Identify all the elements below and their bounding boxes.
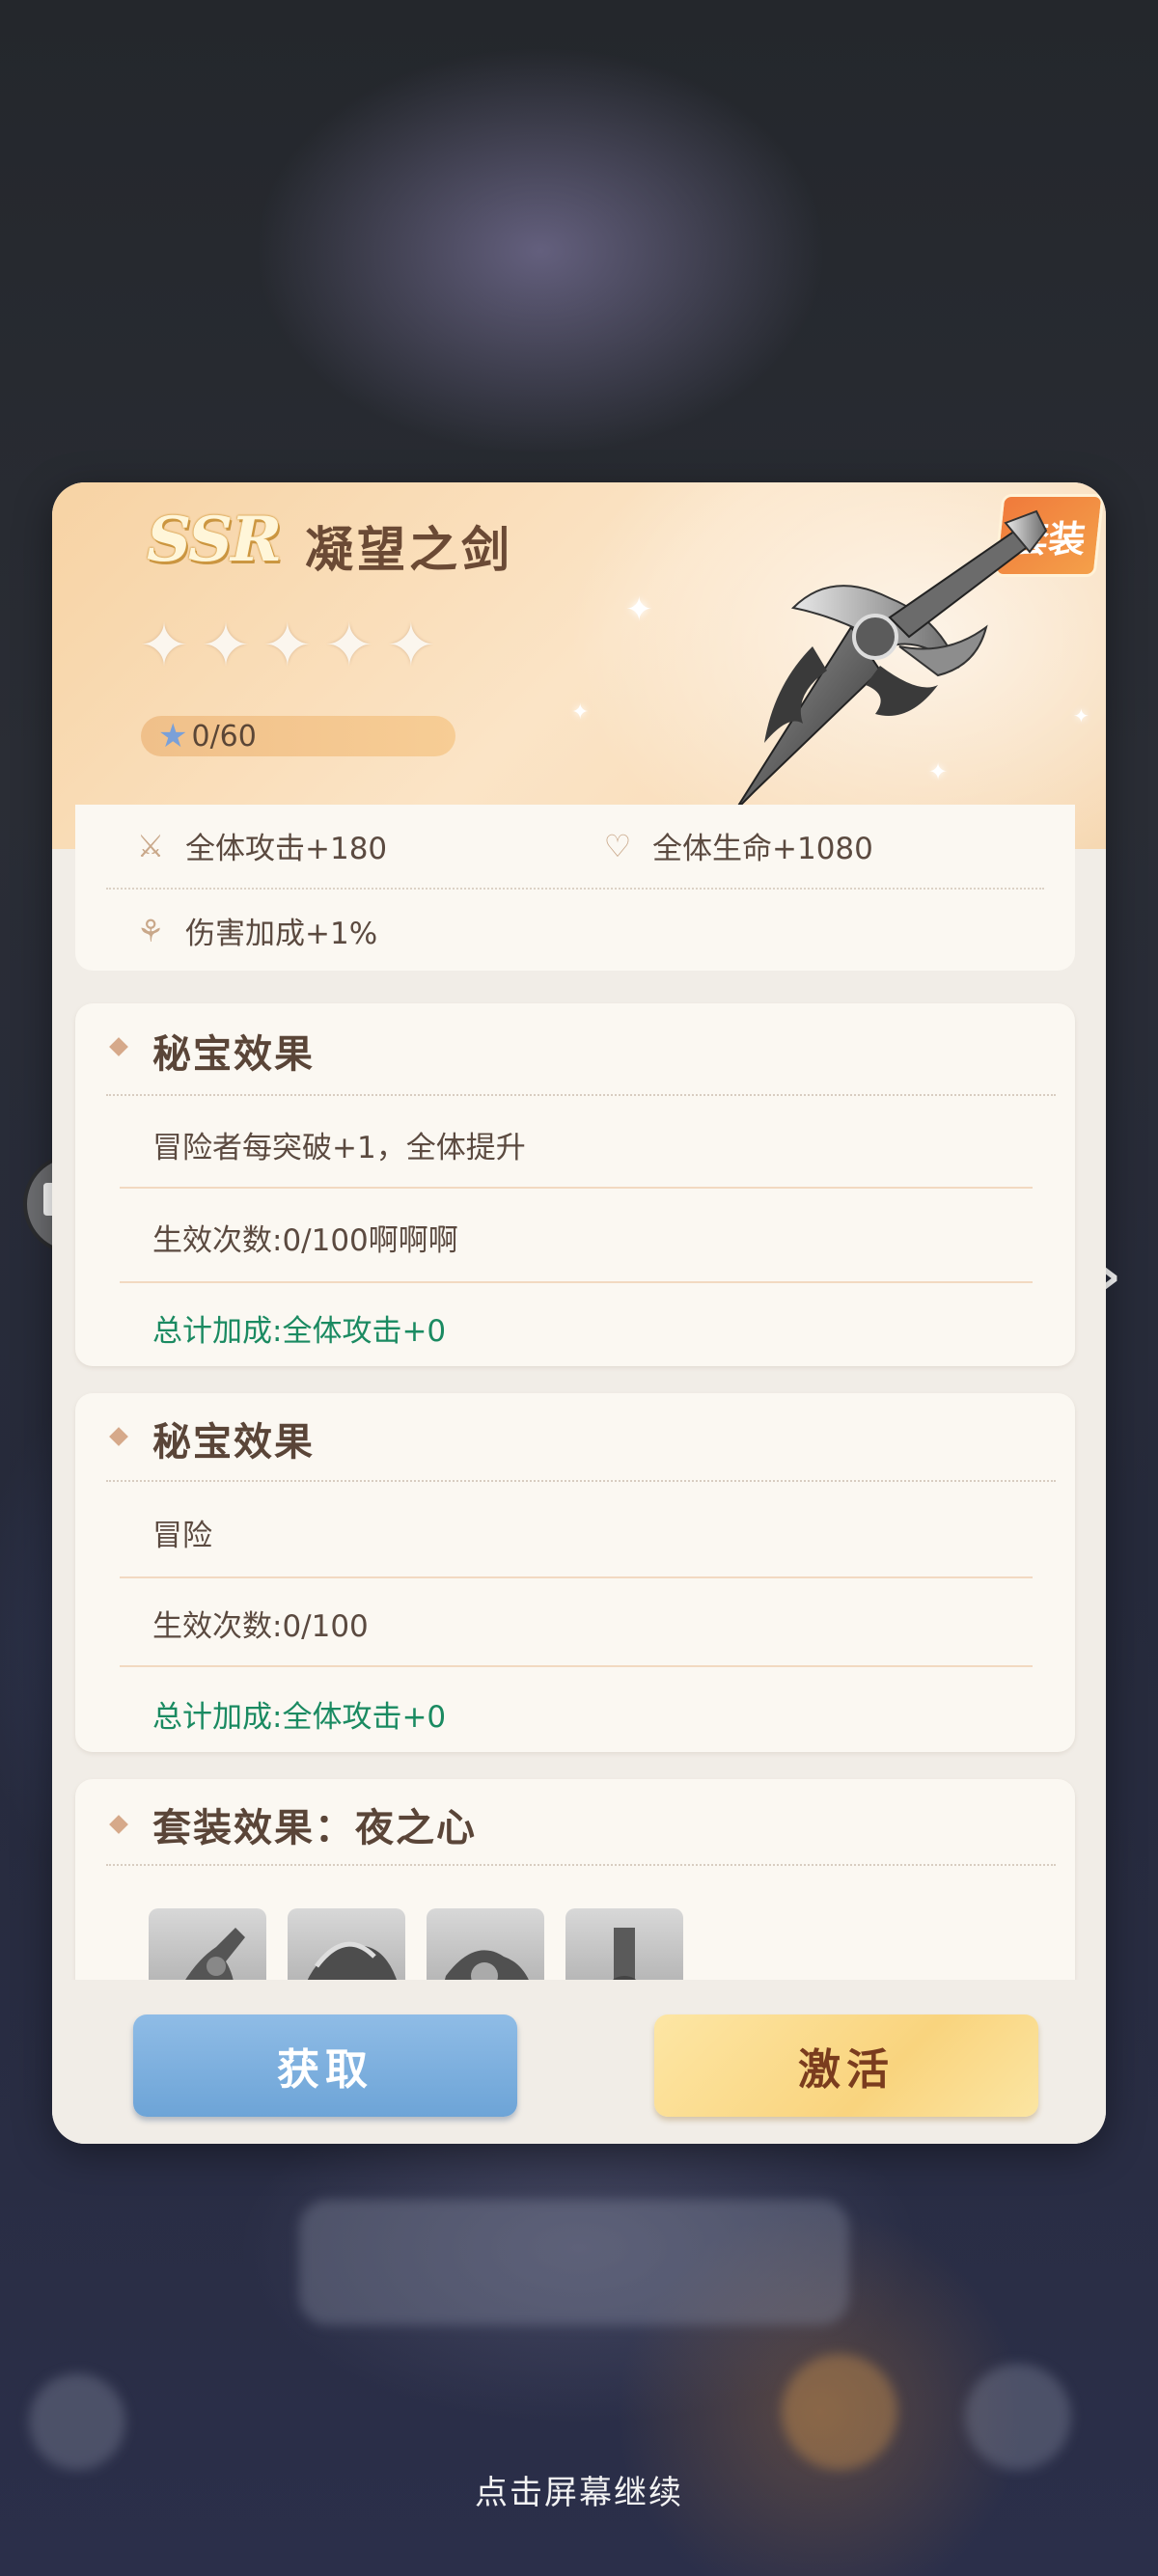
card-header: SSR 凝望之剑 ✦ ✦ ✦ ✦ ✦ ★ 0/60 套装 ✦ ✦ ✦ ✦	[52, 482, 1106, 849]
divider	[106, 1094, 1056, 1096]
divider	[106, 888, 1044, 890]
exp-text: 0/60	[191, 719, 257, 754]
secret-effect-panel: 秘宝效果 冒险者每突破+1，全体提升 生效次数:0/100啊啊啊 总计加成:全体…	[75, 1003, 1075, 1366]
stat-label: 全体生命+1080	[652, 832, 873, 866]
item-name: 凝望之剑	[305, 522, 513, 578]
stat-label: 伤害加成+1%	[185, 917, 378, 951]
divider	[106, 1480, 1056, 1482]
divider	[120, 1281, 1033, 1283]
panel-title: 秘宝效果	[152, 1420, 315, 1465]
stat-health: ♡ 全体生命+1080	[600, 824, 873, 867]
effect-description: 冒险者每突破+1，全体提升	[152, 1131, 526, 1165]
star-shard-icon: ★	[158, 717, 188, 755]
divider	[106, 1864, 1056, 1866]
sparkle-icon: ✦	[1073, 704, 1089, 727]
effect-total: 总计加成:全体攻击+0	[152, 1700, 447, 1735]
sparkle-icon: ✦	[928, 758, 949, 785]
effect-description: 冒险	[152, 1519, 212, 1553]
sparkle-icon: ✦	[625, 590, 653, 629]
star-icon: ✦	[262, 610, 313, 680]
sparkle-icon: ✦	[571, 700, 590, 725]
star-icon: ✦	[200, 610, 251, 680]
star-icon: ✦	[323, 610, 374, 680]
stats-panel: ⚔ 全体攻击+180 ♡ 全体生命+1080 ⚘ 伤害加成+1%	[75, 805, 1075, 971]
panel-title: 套装效果：夜之心	[152, 1806, 477, 1850]
panel-title: 秘宝效果	[152, 1032, 315, 1077]
star-rating: ✦ ✦ ✦ ✦ ✦	[139, 616, 436, 675]
item-detail-card: SSR 凝望之剑 ✦ ✦ ✦ ✦ ✦ ★ 0/60 套装 ✦ ✦ ✦ ✦ ⚔ 全…	[52, 482, 1106, 2144]
divider	[120, 1665, 1033, 1667]
divider	[120, 1187, 1033, 1189]
divider	[120, 1576, 1033, 1578]
diamond-icon	[109, 1815, 128, 1834]
stat-attack: ⚔ 全体攻击+180	[133, 824, 388, 867]
star-icon: ✦	[139, 610, 189, 680]
diamond-icon	[109, 1037, 128, 1056]
stat-damage: ⚘ 伤害加成+1%	[133, 909, 378, 952]
star-icon: ✦	[385, 610, 436, 680]
secret-effect-panel: 秘宝效果 冒险 生效次数:0/100 总计加成:全体攻击+0	[75, 1393, 1075, 1752]
stat-label: 全体攻击+180	[185, 832, 388, 866]
exp-bar: ★ 0/60	[141, 716, 455, 756]
effect-total: 总计加成:全体攻击+0	[152, 1314, 447, 1349]
blurred-panel	[299, 2200, 849, 2325]
blurred-icon	[965, 2364, 1071, 2470]
sword-stat-icon: ⚔	[136, 827, 165, 864]
continue-hint[interactable]: 点击屏幕继续	[0, 2466, 1158, 2513]
blurred-icon	[29, 2373, 125, 2470]
sword-icon	[734, 509, 1048, 811]
blurred-icon	[782, 2354, 897, 2470]
activate-button[interactable]: 激活	[654, 2014, 1038, 2117]
effect-count: 生效次数:0/100啊啊啊	[152, 1223, 458, 1258]
heart-stat-icon: ♡	[603, 827, 632, 864]
effect-count: 生效次数:0/100	[152, 1609, 369, 1644]
diamond-icon	[109, 1427, 128, 1446]
obtain-button[interactable]: 获取	[133, 2014, 517, 2117]
damage-stat-icon: ⚘	[136, 912, 165, 949]
rarity-badge: SSR	[147, 504, 282, 576]
